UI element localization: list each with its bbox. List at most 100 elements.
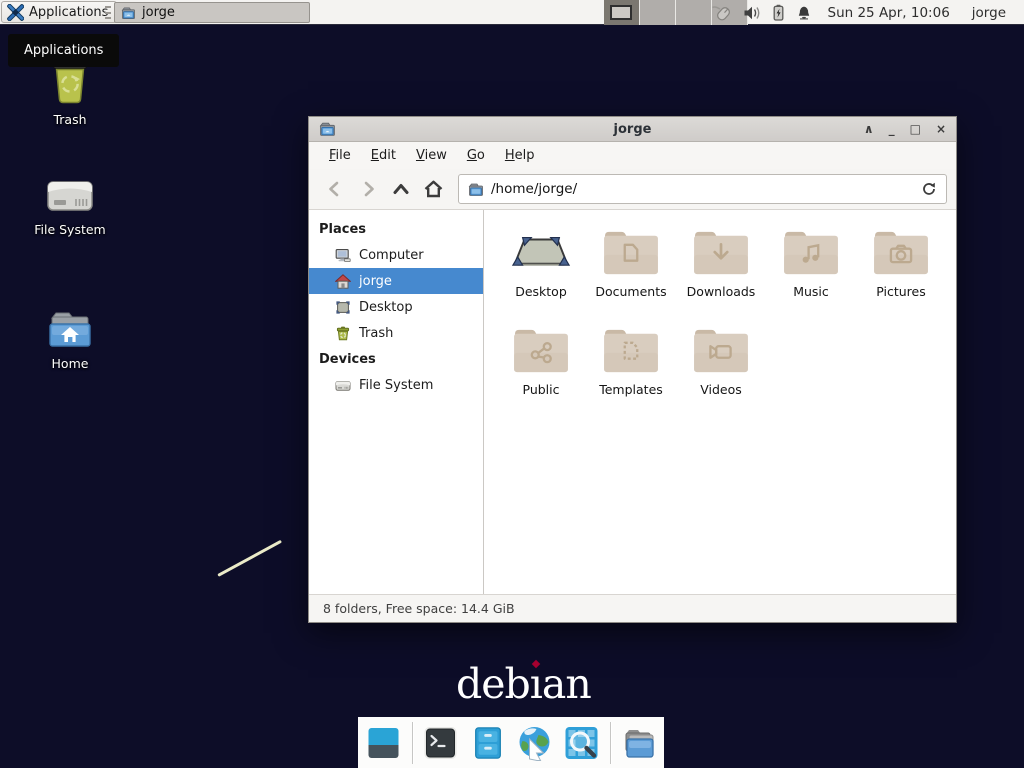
path-input[interactable]: /home/jorge/ bbox=[491, 181, 914, 197]
sidebar-header-devices: Devices bbox=[309, 346, 483, 372]
folder-downloads-icon bbox=[690, 228, 752, 278]
close-button[interactable]: × bbox=[936, 119, 946, 139]
sidebar-item-label: jorge bbox=[359, 274, 392, 289]
statusbar: 8 folders, Free space: 14.4 GiB bbox=[309, 594, 956, 622]
minimize-button[interactable]: _ bbox=[889, 119, 895, 139]
up-icon bbox=[391, 179, 411, 199]
menu-view[interactable]: View bbox=[406, 144, 457, 167]
audio-volume-icon[interactable] bbox=[743, 5, 761, 21]
pointer-device-icon[interactable] bbox=[711, 3, 733, 22]
system-tray: Sun 25 Apr, 10:06 jorge bbox=[711, 0, 1024, 25]
desktop-workspace-icon bbox=[510, 232, 572, 278]
file-public[interactable]: Public bbox=[496, 322, 586, 420]
back-button[interactable] bbox=[318, 174, 351, 205]
file-desktop[interactable]: Desktop bbox=[496, 224, 586, 322]
show-desktop-button[interactable] bbox=[365, 724, 403, 762]
web-browser-launcher[interactable] bbox=[516, 724, 554, 762]
battery-icon[interactable] bbox=[771, 4, 786, 21]
sidebar-item-label: Desktop bbox=[359, 300, 413, 315]
forward-icon bbox=[358, 179, 378, 199]
file-label: Videos bbox=[700, 382, 742, 397]
web-browser-globe-icon bbox=[516, 725, 553, 761]
directory-menu-folder-icon bbox=[621, 726, 657, 760]
sidebar-item-computer[interactable]: Computer bbox=[309, 242, 483, 268]
file-label: Documents bbox=[595, 284, 666, 299]
desktop-icon-file-system[interactable]: File System bbox=[18, 164, 122, 237]
window-title: jorge bbox=[309, 122, 956, 137]
hard-drive-icon bbox=[335, 378, 351, 393]
file-cabinet-icon bbox=[471, 725, 505, 761]
file-icon-view: Desktop Documents bbox=[484, 210, 956, 594]
up-button[interactable] bbox=[384, 174, 417, 205]
folder-documents-icon bbox=[600, 228, 662, 278]
shade-button[interactable]: ∧ bbox=[864, 119, 874, 139]
file-manager-window: jorge ∧ _ □ × File Edit View Go Help bbox=[308, 116, 957, 623]
menu-edit[interactable]: Edit bbox=[361, 144, 406, 167]
menu-file[interactable]: File bbox=[319, 144, 361, 167]
file-templates[interactable]: Templates bbox=[586, 322, 676, 420]
folder-music-icon bbox=[780, 228, 842, 278]
taskbar-window-button[interactable]: jorge bbox=[114, 2, 310, 23]
sidebar-item-file-system[interactable]: File System bbox=[309, 372, 483, 398]
terminal-launcher[interactable] bbox=[422, 724, 460, 762]
workspace-1[interactable] bbox=[604, 0, 640, 25]
applications-button[interactable]: Applications bbox=[1, 1, 117, 23]
dock-separator bbox=[610, 722, 611, 764]
applications-label: Applications bbox=[29, 5, 108, 20]
computer-icon bbox=[335, 248, 351, 263]
panel-clock[interactable]: Sun 25 Apr, 10:06 bbox=[828, 5, 950, 21]
workspace-3[interactable] bbox=[676, 0, 712, 25]
file-videos[interactable]: Videos bbox=[676, 322, 766, 420]
titlebar[interactable]: jorge ∧ _ □ × bbox=[309, 117, 956, 142]
reload-icon[interactable] bbox=[921, 181, 937, 197]
trash-icon bbox=[335, 326, 351, 341]
desktop-icon-home[interactable]: Home bbox=[18, 298, 122, 371]
hard-drive-icon bbox=[45, 176, 95, 216]
toolbar: /home/jorge/ bbox=[309, 169, 956, 210]
file-label: Pictures bbox=[876, 284, 926, 299]
home-button[interactable] bbox=[417, 174, 450, 205]
user-home-icon bbox=[335, 274, 351, 289]
tasklist-handle[interactable] bbox=[105, 6, 111, 19]
folder-videos-icon bbox=[690, 326, 752, 376]
application-finder-icon bbox=[563, 725, 600, 761]
menu-go[interactable]: Go bbox=[457, 144, 495, 167]
menubar: File Edit View Go Help bbox=[309, 142, 956, 169]
xfce-applications-icon bbox=[7, 4, 24, 21]
file-pictures[interactable]: Pictures bbox=[856, 224, 946, 322]
sidebar: Places Computer bbox=[309, 210, 484, 594]
folder-public-icon bbox=[510, 326, 572, 376]
sidebar-item-jorge[interactable]: jorge bbox=[309, 268, 483, 294]
file-downloads[interactable]: Downloads bbox=[676, 224, 766, 322]
desktop-icon-label: Home bbox=[52, 356, 89, 371]
menu-help[interactable]: Help bbox=[495, 144, 545, 167]
forward-button[interactable] bbox=[351, 174, 384, 205]
file-music[interactable]: Music bbox=[766, 224, 856, 322]
file-manager-launcher[interactable] bbox=[469, 724, 507, 762]
sidebar-item-trash[interactable]: Trash bbox=[309, 320, 483, 346]
top-panel: Applications jorge bbox=[0, 0, 1024, 25]
sidebar-item-label: Trash bbox=[359, 326, 393, 341]
desktop-icon bbox=[335, 300, 351, 315]
desktop-artifact-line bbox=[217, 540, 282, 577]
folder-templates-icon bbox=[600, 326, 662, 376]
maximize-button[interactable]: □ bbox=[910, 119, 921, 139]
path-bar[interactable]: /home/jorge/ bbox=[458, 174, 947, 204]
notifications-bell-icon[interactable] bbox=[796, 5, 812, 21]
path-folder-icon bbox=[468, 182, 484, 197]
file-label: Templates bbox=[599, 382, 663, 397]
dock-separator bbox=[412, 722, 413, 764]
application-finder-launcher[interactable] bbox=[563, 724, 601, 762]
desktop-icon-label: File System bbox=[34, 222, 106, 237]
workspace-2[interactable] bbox=[640, 0, 676, 25]
file-documents[interactable]: Documents bbox=[586, 224, 676, 322]
desktop-icon-label: Trash bbox=[53, 112, 86, 127]
show-desktop-icon bbox=[365, 725, 402, 761]
window-content: Places Computer bbox=[309, 210, 956, 594]
sidebar-item-desktop[interactable]: Desktop bbox=[309, 294, 483, 320]
sidebar-item-label: File System bbox=[359, 378, 433, 393]
sidebar-item-label: Computer bbox=[359, 248, 424, 263]
terminal-icon bbox=[422, 725, 459, 761]
directory-menu-launcher[interactable] bbox=[620, 724, 658, 762]
dock-panel bbox=[358, 717, 664, 768]
